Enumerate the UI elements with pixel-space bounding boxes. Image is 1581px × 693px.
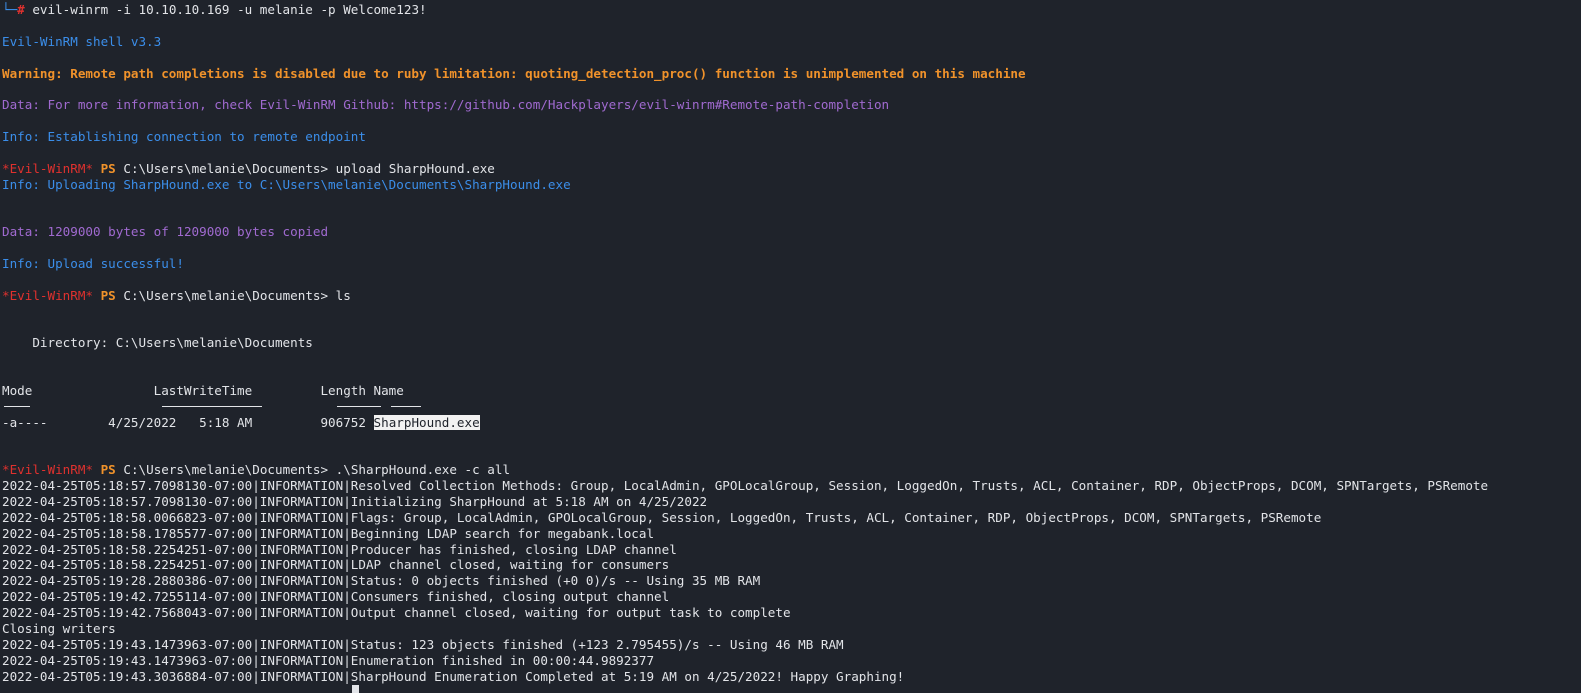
command-ls: ls (328, 288, 351, 303)
prompt-ps: PS (100, 161, 116, 176)
terminal-cursor (352, 685, 359, 693)
data-info-text: Data: For more information, check Evil-W… (2, 97, 890, 112)
header-underline-name (391, 406, 421, 407)
table-row: -a---- 4/25/2022 5:18 AM 906752 SharpHou… (2, 415, 480, 431)
log-line: 2022-04-25T05:18:58.2254251-07:00|INFORM… (2, 557, 670, 572)
prompt-corner: └─ (2, 2, 18, 17)
prompt-path: C:\Users\melanie\Documents> (123, 288, 329, 303)
selected-file-name[interactable]: SharpHound.exe (373, 415, 480, 430)
header-underline-mode (4, 406, 30, 407)
prompt-line-ls: *Evil-WinRM* PS C:\Users\melanie\Documen… (2, 288, 351, 304)
terminal-window[interactable]: └─# evil-winrm -i 10.10.10.169 -u melani… (0, 0, 1581, 693)
prompt-path: C:\Users\melanie\Documents> (123, 462, 329, 477)
warning-text: Warning: Remote path completions is disa… (2, 66, 1026, 81)
log-line: 2022-04-25T05:19:43.3036884-07:00|INFORM… (2, 669, 905, 684)
banner-text: Evil-WinRM shell v3.3 (2, 34, 162, 49)
prompt-ps: PS (100, 462, 116, 477)
prompt-line-run: *Evil-WinRM* PS C:\Users\melanie\Documen… (2, 462, 510, 478)
log-line: 2022-04-25T05:19:28.2880386-07:00|INFORM… (2, 573, 761, 588)
table-row-details: -a---- 4/25/2022 5:18 AM 906752 (2, 415, 374, 430)
prompt-path: C:\Users\melanie\Documents> (123, 161, 329, 176)
log-line: 2022-04-25T05:19:42.7255114-07:00|INFORM… (2, 589, 670, 604)
log-line: 2022-04-25T05:19:43.1473963-07:00|INFORM… (2, 637, 844, 652)
log-line: 2022-04-25T05:18:57.7098130-07:00|INFORM… (2, 478, 1489, 493)
log-line: 2022-04-25T05:18:57.7098130-07:00|INFORM… (2, 494, 708, 509)
log-line: 2022-04-25T05:19:42.7568043-07:00|INFORM… (2, 605, 791, 620)
log-line: 2022-04-25T05:18:58.0066823-07:00|INFORM… (2, 510, 1322, 525)
log-line: 2022-04-25T05:18:58.2254251-07:00|INFORM… (2, 542, 677, 557)
command-line-evil-winrm: └─# evil-winrm -i 10.10.10.169 -u melani… (2, 2, 427, 18)
info-upload-ok-text: Info: Upload successful! (2, 256, 184, 271)
info-connect-text: Info: Establishing connection to remote … (2, 129, 366, 144)
prompt-shell: *Evil-WinRM* (2, 161, 93, 176)
log-line: 2022-04-25T05:18:58.1785577-07:00|INFORM… (2, 526, 655, 541)
header-underline-length (337, 406, 381, 407)
prompt-ps: PS (100, 288, 116, 303)
command-upload: upload SharpHound.exe (328, 161, 495, 176)
info-uploading-text: Info: Uploading SharpHound.exe to C:\Use… (2, 177, 571, 192)
prompt-hash: # (17, 2, 25, 17)
data-bytes-text: Data: 1209000 bytes of 1209000 bytes cop… (2, 224, 329, 239)
prompt-shell: *Evil-WinRM* (2, 462, 93, 477)
log-line: 2022-04-25T05:19:43.1473963-07:00|INFORM… (2, 653, 655, 668)
command-text: evil-winrm -i 10.10.10.169 -u melanie -p… (24, 2, 427, 17)
directory-label: Directory: C:\Users\melanie\Documents (2, 335, 313, 350)
log-line: Closing writers (2, 621, 116, 636)
command-run: .\SharpHound.exe -c all (328, 462, 511, 477)
table-header: Mode LastWriteTime Length Name (2, 383, 404, 398)
prompt-shell: *Evil-WinRM* (2, 288, 93, 303)
prompt-line-upload: *Evil-WinRM* PS C:\Users\melanie\Documen… (2, 161, 495, 177)
header-underline-lastwritetime (162, 406, 262, 407)
